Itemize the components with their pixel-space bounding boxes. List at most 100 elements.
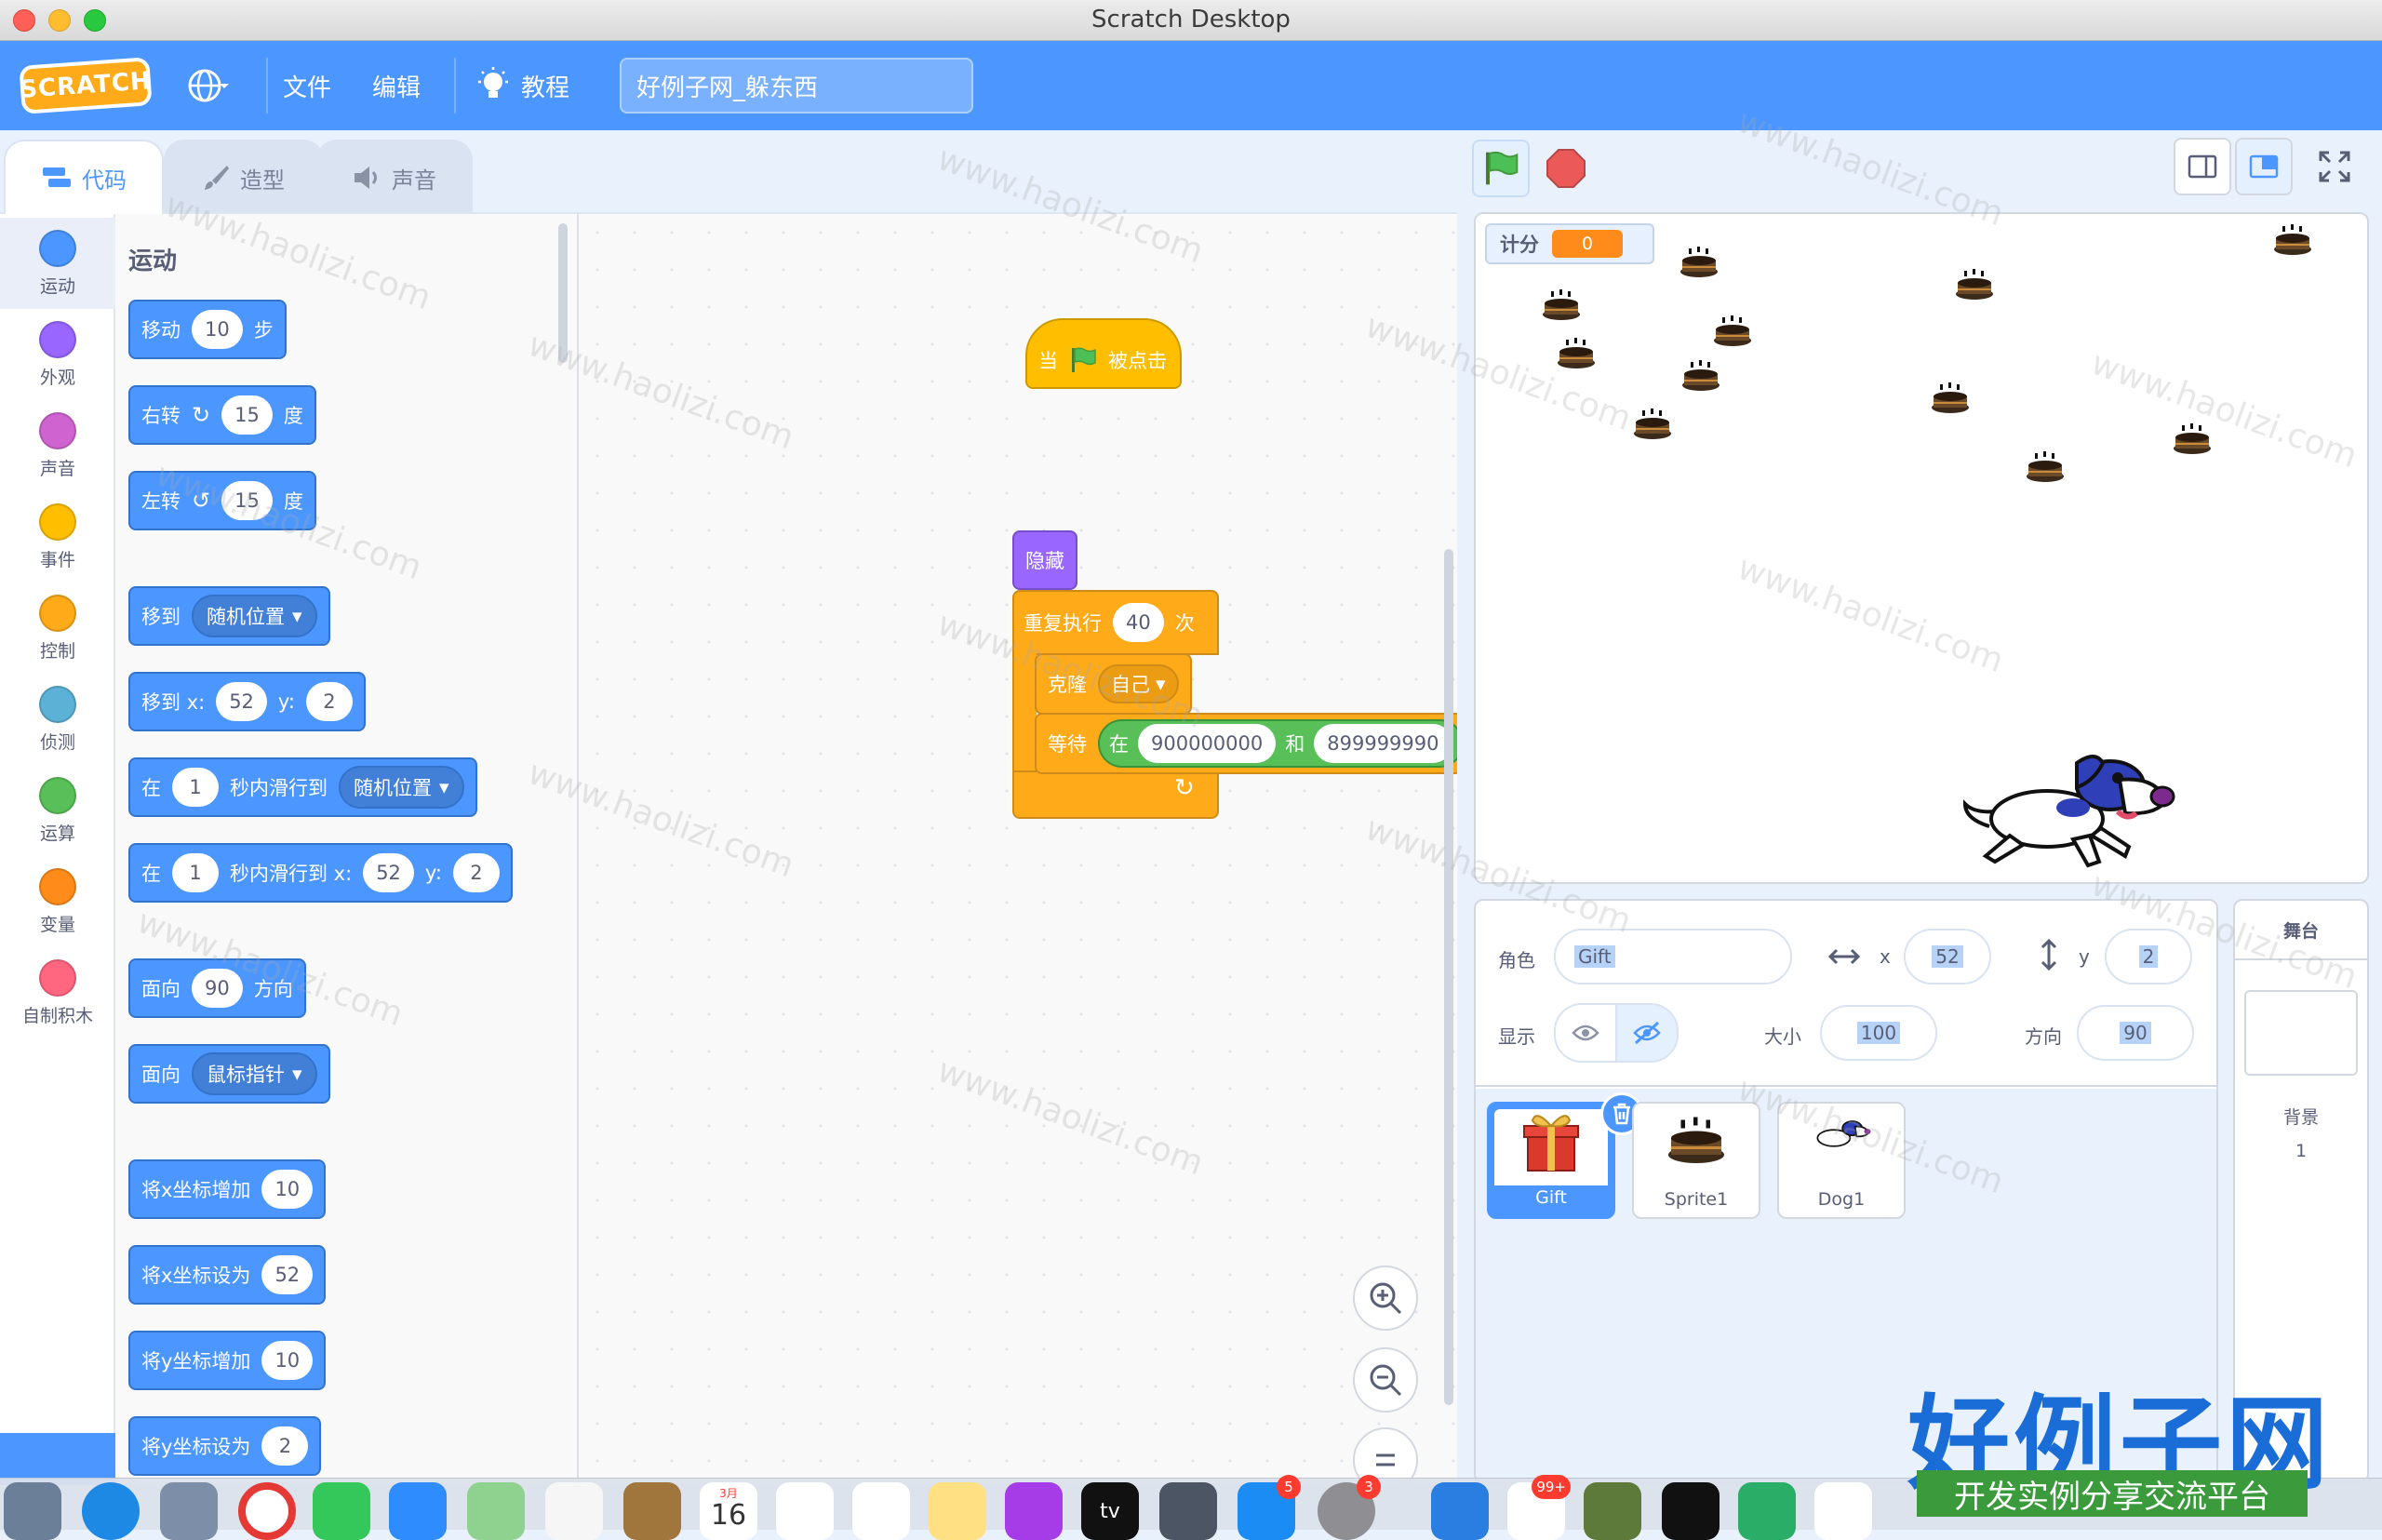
safari-icon[interactable] <box>82 1482 140 1540</box>
block-input[interactable]: 10 <box>261 1170 314 1209</box>
podcasts-icon[interactable] <box>1005 1482 1063 1540</box>
block-input[interactable]: 899999990 <box>1314 724 1452 763</box>
block-turn-left[interactable]: 左转 ↺ 15 度 <box>128 471 316 530</box>
cake-clone-sprite[interactable] <box>2172 421 2213 462</box>
photos-icon[interactable] <box>545 1482 603 1540</box>
tutorials-menu[interactable]: 教程 <box>476 41 569 130</box>
cake-clone-sprite[interactable] <box>1680 357 1721 398</box>
zoom-in-button[interactable] <box>1353 1265 1418 1331</box>
block-turn-right[interactable]: 右转 ↻ 15 度 <box>128 385 316 445</box>
apple-tv-icon[interactable]: tv <box>1081 1482 1139 1540</box>
score-monitor[interactable]: 计分 0 <box>1485 223 1654 264</box>
block-set-y[interactable]: 将y坐标设为 2 <box>128 1416 322 1476</box>
zoom-out-button[interactable] <box>1353 1347 1418 1413</box>
zoom-reset-button[interactable] <box>1353 1427 1418 1483</box>
script-area[interactable]: 当 被点击 隐藏 重复执行 40 次 ↻ 克隆 自己 ▾ 等待 在 9000000… <box>579 212 1457 1483</box>
create-clone-block[interactable]: 克隆 自己 ▾ <box>1035 653 1192 715</box>
vscode-icon[interactable] <box>1814 1482 1872 1540</box>
category-events[interactable]: 事件 <box>0 491 115 583</box>
tab-code[interactable]: 代码 <box>4 140 164 214</box>
tab-sounds[interactable]: 声音 <box>316 140 473 214</box>
block-input[interactable]: 10 <box>192 310 243 349</box>
block-input[interactable]: 1 <box>172 768 219 807</box>
cake-clone-sprite[interactable] <box>1930 380 1971 421</box>
block-input[interactable]: 10 <box>261 1341 314 1380</box>
system-info-icon[interactable] <box>1159 1482 1217 1540</box>
category-sound[interactable]: 声音 <box>0 400 115 491</box>
notes-icon[interactable] <box>929 1482 986 1540</box>
block-input[interactable]: 52 <box>363 853 414 892</box>
hide-block[interactable]: 隐藏 <box>1012 530 1077 590</box>
sprite-tile-sprite1[interactable]: Sprite1 <box>1632 1102 1760 1219</box>
block-point-towards[interactable]: 面向 鼠标指针 ▾ <box>128 1044 330 1104</box>
qq-icon[interactable]: 99+ <box>1507 1475 1571 1540</box>
y-input[interactable]: 2 <box>2105 929 2192 984</box>
preview-icon[interactable] <box>160 1482 218 1540</box>
block-go-to[interactable]: 移到 随机位置 ▾ <box>128 586 330 646</box>
block-dropdown[interactable]: 鼠标指针 ▾ <box>192 1052 317 1095</box>
direction-input[interactable]: 90 <box>2077 1005 2194 1061</box>
messages-icon[interactable] <box>389 1482 447 1540</box>
block-dropdown[interactable]: 自己 ▾ <box>1098 664 1179 703</box>
launchpad-icon[interactable] <box>4 1482 61 1540</box>
category-motion[interactable]: 运动 <box>0 218 115 309</box>
facetime-icon[interactable] <box>313 1482 370 1540</box>
show-sprite-button[interactable] <box>1554 1003 1617 1063</box>
tab-costumes[interactable]: 造型 <box>164 140 324 214</box>
cake-clone-sprite[interactable] <box>2025 449 2066 489</box>
block-point-direction[interactable]: 面向 90 方向 <box>128 958 306 1018</box>
block-input[interactable]: 1 <box>172 853 219 892</box>
block-dropdown[interactable]: 随机位置 ▾ <box>192 595 317 637</box>
block-glide-to[interactable]: 在 1 秒内滑行到 随机位置 ▾ <box>128 757 477 817</box>
wechat-icon[interactable] <box>1738 1482 1796 1540</box>
cake-clone-sprite[interactable] <box>1556 335 1597 376</box>
block-input[interactable]: 2 <box>452 853 500 892</box>
category-operators[interactable]: 运算 <box>0 765 115 856</box>
when-flag-clicked-block[interactable]: 当 被点击 <box>1025 318 1182 389</box>
wait-until-block[interactable]: 等待 在 900000000 和 899999990 <box>1035 713 1457 774</box>
edit-menu[interactable]: 编辑 <box>372 41 421 130</box>
sprite-tile-dog1[interactable]: Dog1 <box>1777 1102 1906 1219</box>
block-glide-to-xy[interactable]: 在 1 秒内滑行到 x: 52 y: 2 <box>128 843 513 903</box>
scratch-logo[interactable]: SCRATCH <box>19 57 153 114</box>
music-icon[interactable] <box>852 1482 910 1540</box>
file-menu[interactable]: 文件 <box>283 41 331 130</box>
block-set-x[interactable]: 将x坐标设为 52 <box>128 1245 327 1305</box>
stage-canvas[interactable]: 计分 0 <box>1474 212 2369 884</box>
block-input[interactable]: 52 <box>216 682 267 721</box>
block-input[interactable]: 15 <box>221 395 273 435</box>
dog-sprite[interactable] <box>1961 743 2185 882</box>
sprite-name-input[interactable]: Gift <box>1554 929 1792 984</box>
cake-clone-sprite[interactable] <box>1541 287 1582 328</box>
category-variables[interactable]: 变量 <box>0 856 115 947</box>
block-move-steps[interactable]: 移动 10 步 <box>128 300 287 359</box>
fullscreen-button[interactable] <box>2306 138 2363 195</box>
x-input[interactable]: 52 <box>1904 929 1991 984</box>
block-input[interactable]: 40 <box>1113 603 1164 642</box>
script-area-scrollbar[interactable] <box>1444 549 1453 1405</box>
block-dropdown[interactable]: 随机位置 ▾ <box>339 766 464 809</box>
operator-block[interactable]: 在 900000000 和 899999990 <box>1098 719 1457 768</box>
project-title-input[interactable]: 好例子网_躲东西 <box>620 58 973 114</box>
system-preferences-icon[interactable]: 3 <box>1318 1475 1381 1540</box>
block-input[interactable]: 2 <box>261 1426 309 1466</box>
small-stage-button[interactable] <box>2174 138 2231 195</box>
contacts-icon[interactable] <box>623 1482 681 1540</box>
normal-stage-button[interactable] <box>2235 138 2293 195</box>
block-input[interactable]: 90 <box>192 969 243 1008</box>
stop-button[interactable] <box>1537 140 1595 197</box>
block-change-y[interactable]: 将y坐标增加 10 <box>128 1331 327 1390</box>
sprite-tile-gift[interactable]: Gift <box>1487 1092 1643 1219</box>
size-input[interactable]: 100 <box>1820 1005 1937 1061</box>
terminal-icon[interactable] <box>1662 1482 1720 1540</box>
category-control[interactable]: 控制 <box>0 583 115 674</box>
cake-clone-sprite[interactable] <box>1712 313 1753 354</box>
dingtalk-icon[interactable] <box>1431 1482 1489 1540</box>
cake-clone-sprite[interactable] <box>2272 221 2313 262</box>
block-input[interactable]: 52 <box>261 1255 314 1294</box>
block-input[interactable]: 2 <box>305 682 353 721</box>
reminders-icon[interactable] <box>776 1482 834 1540</box>
block-input[interactable]: 900000000 <box>1138 724 1277 763</box>
cake-clone-sprite[interactable] <box>1632 406 1673 447</box>
language-menu[interactable] <box>186 41 229 130</box>
